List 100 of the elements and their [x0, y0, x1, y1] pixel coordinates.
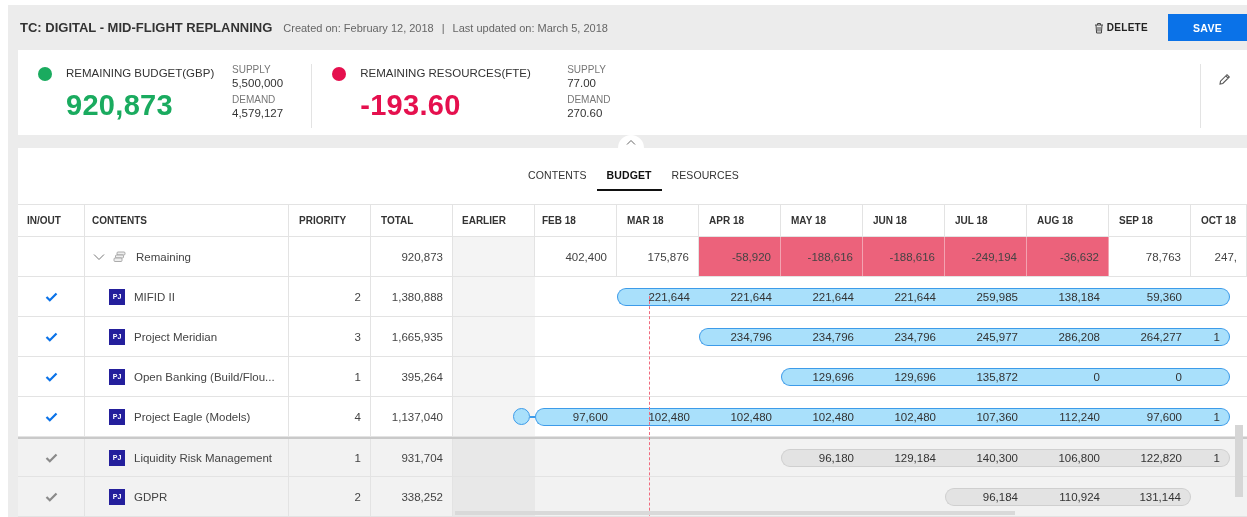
- column-header: MAR 18: [617, 205, 699, 236]
- collapse-button[interactable]: [618, 135, 644, 148]
- column-header: TOTAL: [371, 205, 453, 236]
- tab[interactable]: CONTENTS: [518, 161, 597, 191]
- scrollbar[interactable]: [1235, 425, 1243, 497]
- table-cell: -188,616: [781, 237, 863, 276]
- table-cell: 1: [289, 439, 371, 476]
- timeline-bar-segment: 1: [1191, 407, 1230, 426]
- timeline-bar-segment: 138,184: [1027, 287, 1109, 306]
- timeline-bar-segment: 96,184: [945, 487, 1027, 506]
- timeline-bar-segment: 0: [1027, 367, 1109, 386]
- row-label: Open Banking (Build/Flou...: [134, 370, 275, 383]
- table-cell: -58,920: [699, 237, 781, 276]
- table-cell: 2: [289, 477, 371, 516]
- table-cell: -36,632: [1027, 237, 1109, 276]
- timeline-bar-segment: 112,240: [1027, 407, 1109, 426]
- separator: |: [441, 21, 445, 34]
- timeline-bar-segment: 106,800: [1027, 448, 1109, 467]
- chevron-up-icon: [626, 138, 636, 145]
- timeline-bar-segment: 0: [1109, 367, 1191, 386]
- column-header: FEB 18: [535, 205, 617, 236]
- column-header: SEP 18: [1109, 205, 1191, 236]
- row-label: GDPR: [134, 490, 168, 503]
- table-cell: 78,763: [1109, 237, 1191, 276]
- timeline-bar-segment: 234,796: [863, 327, 945, 346]
- column-header: EARLIER: [453, 205, 535, 236]
- row-label: Remaining: [136, 250, 191, 263]
- timeline-handle[interactable]: [513, 408, 530, 425]
- table-cell: 3: [289, 317, 371, 356]
- timeline-bar-segment: 102,480: [699, 407, 781, 426]
- column-header: JUL 18: [945, 205, 1027, 236]
- timeline-bar-segment: 107,360: [945, 407, 1027, 426]
- timeline-bar-segment: 59,360: [1109, 287, 1191, 306]
- metric-label: REMAINING BUDGET(GBP): [66, 67, 216, 79]
- timeline-bar-segment: 221,644: [617, 287, 699, 306]
- table-cell: 1: [289, 357, 371, 396]
- delete-button[interactable]: DELETE: [1093, 21, 1148, 34]
- timeline-bar-segment: [1191, 287, 1230, 306]
- row-label: Project Eagle (Models): [134, 410, 251, 423]
- timeline-bar-segment: 102,480: [617, 407, 699, 426]
- table-cell: 2: [289, 277, 371, 316]
- edit-icon: [1217, 73, 1231, 86]
- trash-icon: [1093, 21, 1104, 34]
- updated-date: Last updated on: March 5, 2018: [452, 21, 608, 34]
- timeline-bar-segment: 129,184: [863, 448, 945, 467]
- table-cell: -188,616: [863, 237, 945, 276]
- metric-value: 920,873: [66, 89, 174, 122]
- table-cell: 402,400: [535, 237, 617, 276]
- timeline-bar-segment: 286,208: [1027, 327, 1109, 346]
- table-cell: 4: [289, 397, 371, 436]
- timeline-bar-segment: 129,696: [863, 367, 945, 386]
- timeline-bar-segment: 221,644: [863, 287, 945, 306]
- stack-icon: [113, 250, 126, 263]
- demand-label: DEMAND: [567, 94, 611, 105]
- supply-value: 5,500,000: [232, 77, 284, 89]
- supply-label: SUPPLY: [567, 64, 607, 75]
- column-header: APR 18: [699, 205, 781, 236]
- column-header: JUN 18: [863, 205, 945, 236]
- timeline-bar-segment: 96,180: [781, 448, 863, 467]
- column-header: PRIORITY: [289, 205, 371, 236]
- timeline-bar-segment: 129,696: [781, 367, 863, 386]
- metric-value: -193.60: [360, 89, 462, 122]
- column-header: IN/OUT: [18, 205, 85, 236]
- supply-label: SUPPLY: [232, 64, 272, 75]
- timeline-bar-segment: 140,300: [945, 448, 1027, 467]
- table-cell: 247,: [1191, 237, 1247, 276]
- timeline-bar-segment: 135,872: [945, 367, 1027, 386]
- timeline-bar-segment: 1: [1191, 448, 1230, 467]
- column-header: AUG 18: [1027, 205, 1109, 236]
- timeline-bar-segment: 97,600: [1109, 407, 1191, 426]
- timeline-bar-segment: 234,796: [781, 327, 863, 346]
- timeline-bar-segment: 234,796: [699, 327, 781, 346]
- row-label: Project Meridian: [134, 330, 218, 343]
- timeline-bar-segment: 122,820: [1109, 448, 1191, 467]
- timeline-bar-segment: 221,644: [699, 287, 781, 306]
- tab[interactable]: BUDGET: [596, 161, 662, 191]
- row-label: Liquidity Risk Management: [134, 451, 273, 464]
- page-title: TC: DIGITAL - MID-FLIGHT REPLANNING: [20, 20, 273, 35]
- metric-label: REMAINING RESOURCES(FTE): [360, 67, 532, 79]
- row-label: MIFID II: [134, 290, 175, 303]
- timeline-bar-segment: 110,924: [1027, 487, 1109, 506]
- timeline-bar-segment: 259,985: [945, 287, 1027, 306]
- supply-value: 77.00: [567, 77, 597, 89]
- column-header: CONTENTS: [85, 205, 289, 236]
- created-date: Created on: February 12, 2018: [283, 21, 434, 34]
- timeline-bar-segment: 102,480: [781, 407, 863, 426]
- column-header: OCT 18: [1191, 205, 1247, 236]
- timeline-bar-segment: 1: [1191, 327, 1230, 346]
- timeline-bar-segment: 264,277: [1109, 327, 1191, 346]
- timeline-bar-segment: 245,977: [945, 327, 1027, 346]
- timeline-bar-segment: 131,144: [1109, 487, 1191, 506]
- timeline-bar-segment: [1191, 367, 1230, 386]
- timeline-bar-segment: 97,600: [535, 407, 617, 426]
- demand-label: DEMAND: [232, 94, 277, 105]
- table-cell: -249,194: [945, 237, 1027, 276]
- save-button[interactable]: SAVE: [1168, 14, 1247, 41]
- demand-value: 4,579,127: [232, 107, 284, 119]
- timeline-bar-segment: 102,480: [863, 407, 945, 426]
- tab[interactable]: RESOURCES: [661, 161, 749, 191]
- column-header: MAY 18: [781, 205, 863, 236]
